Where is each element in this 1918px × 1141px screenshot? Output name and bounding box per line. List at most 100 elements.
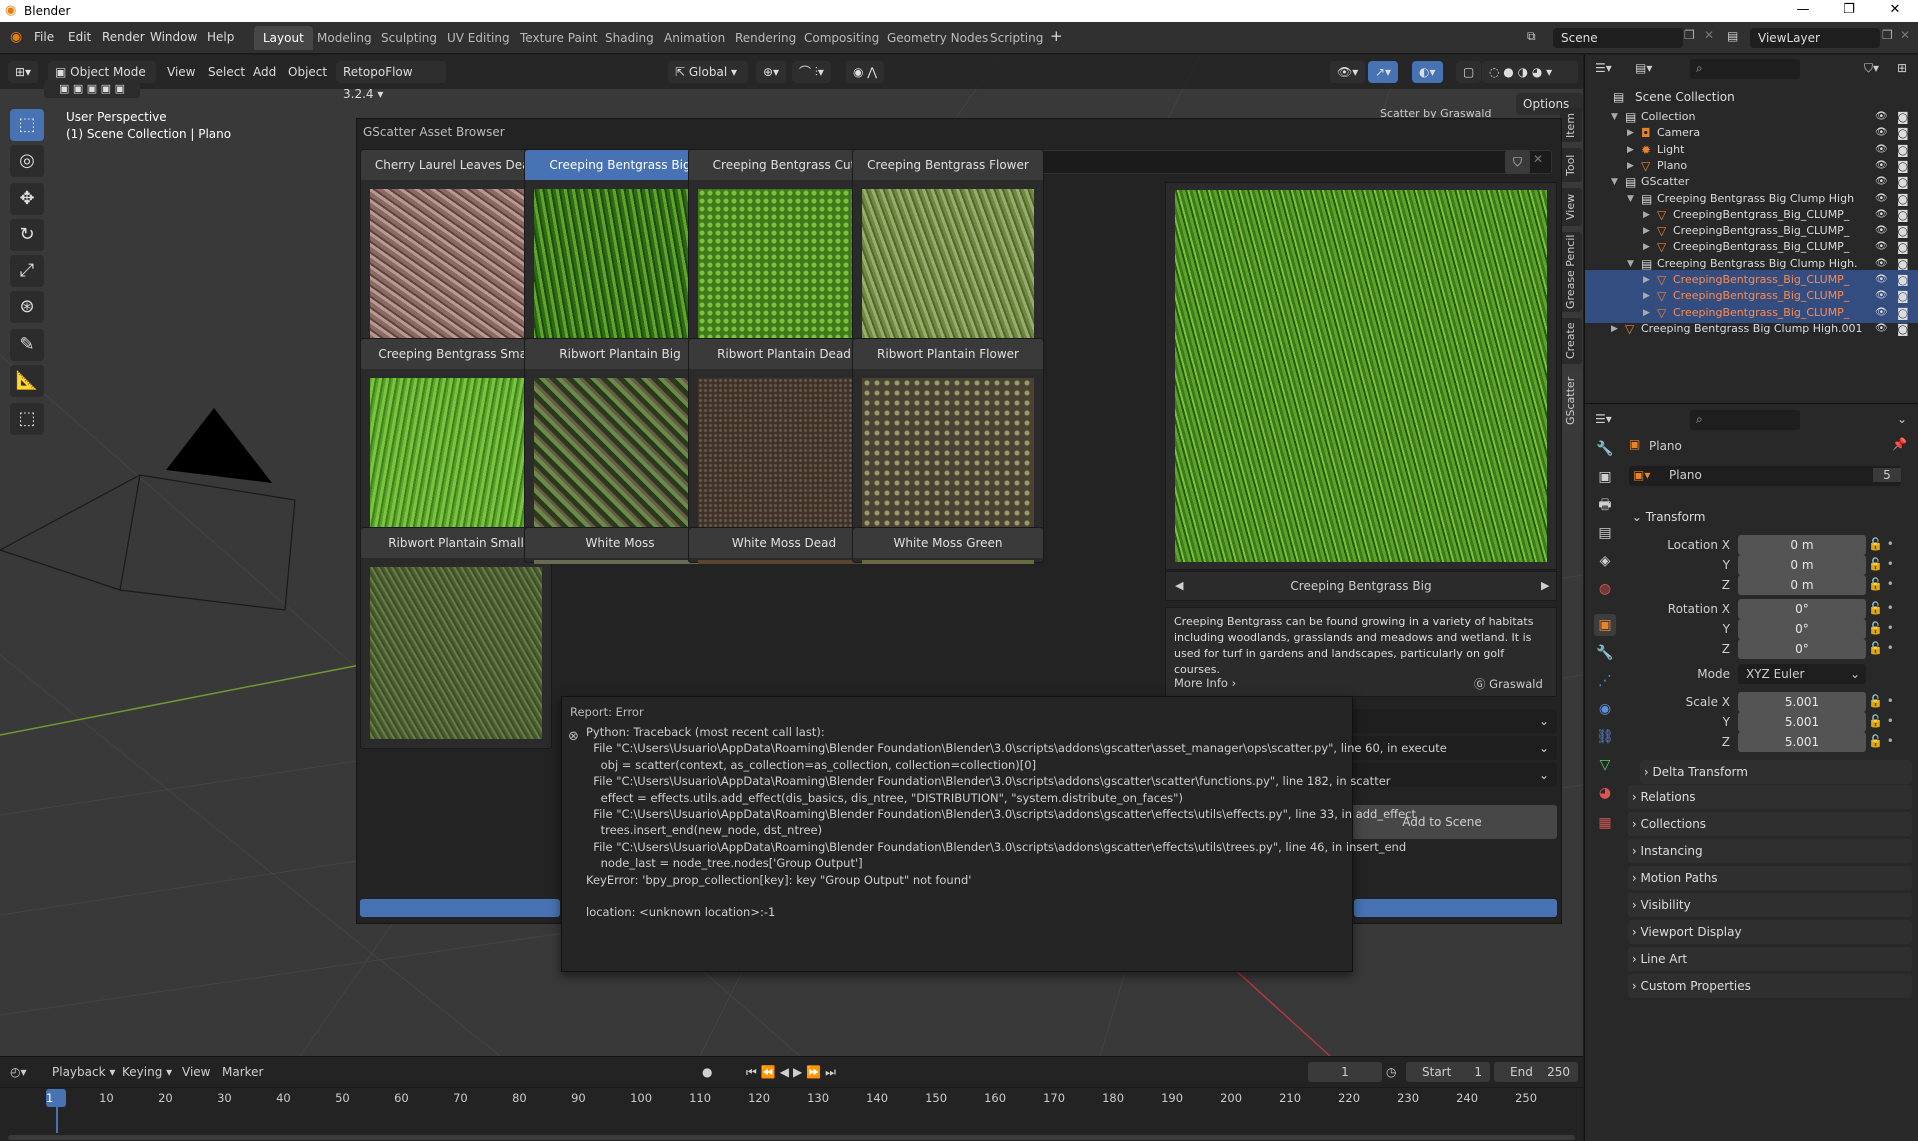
pivot-icon[interactable]: ⊕▾ — [756, 61, 787, 83]
tab-geometry-nodes[interactable]: Geometry Nodes — [878, 26, 997, 50]
properties-section[interactable]: › Delta Transform — [1640, 760, 1912, 784]
viewlayer-icon[interactable]: ▤ — [1727, 29, 1738, 43]
scene-icon[interactable]: ⧉ — [1527, 29, 1536, 44]
menu-object[interactable]: Object — [288, 65, 327, 79]
add-workspace-icon[interactable]: + — [1050, 27, 1063, 45]
scale-tool-icon[interactable]: ⤢ — [10, 255, 44, 287]
tab-compositing[interactable]: Compositing — [795, 26, 888, 50]
properties-section[interactable]: › Motion Paths — [1628, 866, 1912, 890]
keying-menu[interactable]: Keying ▾ — [122, 1065, 172, 1079]
constraints-tab-icon[interactable]: ⛓ — [1594, 726, 1616, 748]
start-frame-field[interactable]: Start 1 — [1406, 1062, 1490, 1082]
tab-animation[interactable]: Animation — [655, 26, 734, 50]
more-info-link[interactable]: More Info › — [1174, 676, 1236, 690]
visibility-icon[interactable]: 👁▾ — [1330, 61, 1366, 83]
properties-editor-icon[interactable]: ☰▾ — [1595, 412, 1612, 426]
end-frame-field[interactable]: End 250 — [1494, 1062, 1578, 1082]
playback-controls[interactable]: ⏮⏪◀▶⏩⏭ — [746, 1065, 840, 1080]
world-tab-icon[interactable]: ◍ — [1594, 578, 1616, 600]
lock-icon[interactable]: 🔓 • — [1868, 694, 1894, 708]
timeline-editor-icon[interactable]: ◴▾ — [10, 1065, 27, 1079]
lock-icon[interactable]: 🔓 • — [1868, 714, 1894, 728]
move-tool-icon[interactable]: ✥ — [10, 183, 44, 215]
filter-icon[interactable]: ⛉▾ — [1864, 61, 1879, 76]
clear-search-icon[interactable]: ✕ — [1533, 152, 1543, 166]
timeline-view-menu[interactable]: View — [182, 1065, 210, 1079]
lock-icon[interactable]: 🔓 • — [1868, 734, 1894, 748]
particles-tab-icon[interactable]: ⋰ — [1594, 670, 1616, 692]
rotation-x-field[interactable]: 0° — [1738, 599, 1866, 619]
texture-tab-icon[interactable]: ▦ — [1594, 812, 1616, 834]
outliner-root[interactable]: ▤ Scene Collection — [1585, 87, 1918, 107]
expand-arrow-icon[interactable]: ▶ — [1611, 319, 1618, 339]
location-z-field[interactable]: 0 m — [1738, 575, 1866, 595]
render-tab-icon[interactable]: ▣ — [1594, 466, 1616, 488]
measure-tool-icon[interactable]: 📐 — [10, 365, 44, 397]
object-name-field[interactable]: ▣▾ Plano 5 — [1629, 466, 1901, 486]
scene-tab-icon[interactable]: ◈ — [1594, 550, 1616, 572]
scale-y-field[interactable]: 5.001 — [1738, 712, 1866, 732]
location-y-field[interactable]: 0 m — [1738, 555, 1866, 575]
view-layer-tab-icon[interactable]: ▤ — [1594, 522, 1616, 544]
options-chevron-icon[interactable]: ⌄ — [1897, 412, 1907, 426]
menu-edit[interactable]: Edit — [68, 30, 91, 44]
cursor-tool-icon[interactable]: ◎ — [10, 145, 44, 177]
xray-icon[interactable]: ▢ — [1456, 61, 1482, 83]
location-x-field[interactable]: 0 m — [1738, 535, 1866, 555]
overlay-icon[interactable]: ◐▾ — [1412, 61, 1443, 83]
rotation-mode-select[interactable]: XYZ Euler ⌄ — [1738, 664, 1866, 684]
new-collection-icon[interactable]: ⊞ — [1897, 61, 1907, 75]
playback-menu[interactable]: Playback ▾ — [52, 1065, 115, 1079]
shading-modes[interactable]: ◌ ● ◑ ◕ ▾ — [1482, 61, 1578, 83]
vendor-link[interactable]: Ⓖ Graswald — [1474, 676, 1543, 692]
asset-card[interactable]: White Moss Green — [852, 527, 1044, 564]
transform-orientation[interactable]: ⇱ Global ▾ — [668, 61, 748, 83]
blender-menu-icon[interactable]: ◉ — [10, 29, 22, 45]
transform-panel-header[interactable]: ⌄ Transform — [1628, 505, 1912, 529]
menu-add[interactable]: Add — [253, 65, 276, 79]
new-scene-icon[interactable]: ❐ — [1684, 28, 1695, 42]
sidebar-tab-grease-pencil[interactable]: Grease Pencil — [1560, 232, 1582, 312]
properties-section[interactable]: › Visibility — [1628, 893, 1912, 917]
lock-icon[interactable]: 🔓 • — [1868, 557, 1894, 571]
sidebar-tab-gscatter[interactable]: GScatter — [1560, 370, 1582, 432]
current-frame-field[interactable]: 1 — [1308, 1062, 1382, 1082]
properties-section[interactable]: › Viewport Display — [1628, 920, 1912, 944]
lock-icon[interactable]: 🔓 • — [1868, 641, 1894, 655]
sidebar-tab-item[interactable]: Item — [1560, 108, 1582, 142]
tab-texture-paint[interactable]: Texture Paint — [511, 26, 606, 50]
properties-section[interactable]: › Relations — [1628, 785, 1912, 809]
scene-selector[interactable]: Scene — [1553, 28, 1683, 48]
clock-icon[interactable]: ◷ — [1386, 1065, 1396, 1079]
remove-viewlayer-icon[interactable]: ✕ — [1900, 28, 1910, 42]
close-icon[interactable]: ✕ — [1872, 0, 1918, 22]
properties-section[interactable]: › Instancing — [1628, 839, 1912, 863]
rotate-tool-icon[interactable]: ↻ — [10, 219, 44, 251]
menu-help[interactable]: Help — [207, 30, 234, 44]
sidebar-tab-tool[interactable]: Tool — [1560, 148, 1582, 182]
pin-icon[interactable]: 📌 — [1892, 437, 1907, 451]
editor-type-icon[interactable]: ⊞▾ — [8, 61, 39, 83]
select-box-tool-icon[interactable]: ⬚ — [10, 109, 44, 141]
physics-tab-icon[interactable]: ◉ — [1594, 698, 1616, 720]
object-tab-icon[interactable]: ▣ — [1594, 614, 1616, 636]
menu-select[interactable]: Select — [208, 65, 245, 79]
properties-search-input[interactable] — [1690, 410, 1800, 430]
gizmo-icon[interactable]: ↗▾ — [1368, 61, 1399, 83]
lock-icon[interactable]: 🔓 • — [1868, 577, 1894, 591]
tab-scripting[interactable]: Scripting — [981, 26, 1052, 50]
record-icon[interactable]: ● — [702, 1065, 712, 1079]
data-tab-icon[interactable]: ▽ — [1594, 754, 1616, 776]
material-tab-icon[interactable]: ◕ — [1594, 782, 1616, 804]
scale-x-field[interactable]: 5.001 — [1738, 692, 1866, 712]
lock-icon[interactable]: 🔓 • — [1868, 601, 1894, 615]
minimize-icon[interactable]: — — [1780, 0, 1826, 22]
properties-section[interactable]: › Line Art — [1628, 947, 1912, 971]
transform-tool-icon[interactable]: ⊛ — [10, 291, 44, 323]
annotate-tool-icon[interactable]: ✎ — [10, 329, 44, 361]
proportional-edit-icon[interactable]: ◉ ⋀ — [846, 61, 885, 83]
rotation-y-field[interactable]: 0° — [1738, 619, 1866, 639]
marker-menu[interactable]: Marker — [222, 1065, 263, 1079]
remove-scene-icon[interactable]: ✕ — [1704, 28, 1714, 42]
tool-tab-icon[interactable]: 🔧 — [1594, 438, 1616, 460]
